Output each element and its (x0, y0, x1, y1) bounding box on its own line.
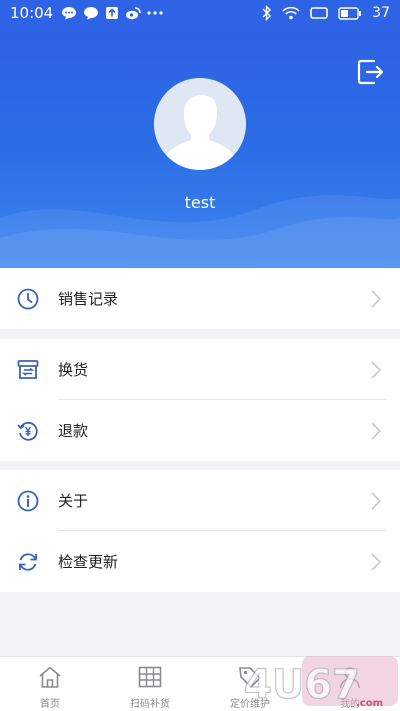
menu-item-exchange[interactable]: 换货 (0, 339, 400, 400)
logout-icon (357, 59, 384, 85)
default-user-avatar-icon (154, 78, 246, 170)
menu-label: 检查更新 (58, 553, 119, 571)
wifi-icon (282, 6, 300, 20)
refresh-icon (19, 552, 37, 571)
screen-icon (310, 7, 328, 19)
avatar[interactable] (154, 78, 246, 170)
menu-group-records: 销售记录 (0, 268, 400, 329)
chevron-right-icon (371, 360, 382, 379)
chevron-right-icon (371, 421, 382, 440)
header-wave-decoration (0, 195, 400, 268)
chat-bubble-icon (62, 7, 77, 20)
chevron-right-icon (371, 552, 382, 571)
menu-item-check-update[interactable]: 检查更新 (0, 531, 400, 592)
tab-label: 首页 (40, 699, 60, 710)
price-tag-icon (239, 667, 262, 689)
username: test (184, 193, 216, 212)
bluetooth-icon (262, 5, 272, 21)
tab-mine[interactable]: 我的 (300, 657, 400, 711)
menu-item-refund[interactable]: 退款 (0, 400, 400, 461)
chevron-right-icon (371, 289, 382, 308)
menu-label: 退款 (58, 422, 89, 440)
tab-home[interactable]: 首页 (0, 657, 100, 711)
battery-level: 37 (372, 5, 390, 21)
menu-label: 换货 (58, 361, 89, 379)
message-icon (84, 7, 99, 20)
info-icon (17, 490, 39, 511)
menu-label: 关于 (58, 492, 89, 510)
home-icon (39, 666, 61, 688)
bottom-tab-bar: 首页 扫码补货 定价维护 我的 (0, 656, 400, 711)
chevron-right-icon (371, 491, 382, 510)
status-time: 10:04 (10, 4, 54, 22)
menu-label: 销售记录 (58, 290, 119, 308)
logout-button[interactable] (354, 56, 386, 88)
menu-item-about[interactable]: 关于 (0, 470, 400, 531)
tab-label: 定价维护 (230, 699, 270, 710)
more-dots-icon (147, 11, 163, 15)
tab-price-maintenance[interactable]: 定价维护 (200, 657, 300, 711)
battery-icon (338, 6, 362, 20)
tab-label: 扫码补货 (130, 699, 170, 710)
status-bar: 10:04 37 (0, 0, 400, 26)
menu-item-sales-records[interactable]: 销售记录 (0, 268, 400, 329)
tab-label: 我的 (340, 699, 360, 710)
exchange-box-icon (17, 359, 39, 379)
user-icon (339, 667, 361, 689)
tab-scan-restock[interactable]: 扫码补货 (100, 657, 200, 711)
refund-icon (17, 421, 38, 441)
grid-icon (138, 666, 162, 688)
upload-notification-icon (106, 7, 119, 19)
menu-group-app: 关于 检查更新 (0, 470, 400, 592)
weibo-icon (126, 7, 142, 20)
clock-icon (17, 288, 39, 309)
profile-header: test (0, 0, 400, 268)
menu-group-orders: 换货 退款 (0, 339, 400, 461)
